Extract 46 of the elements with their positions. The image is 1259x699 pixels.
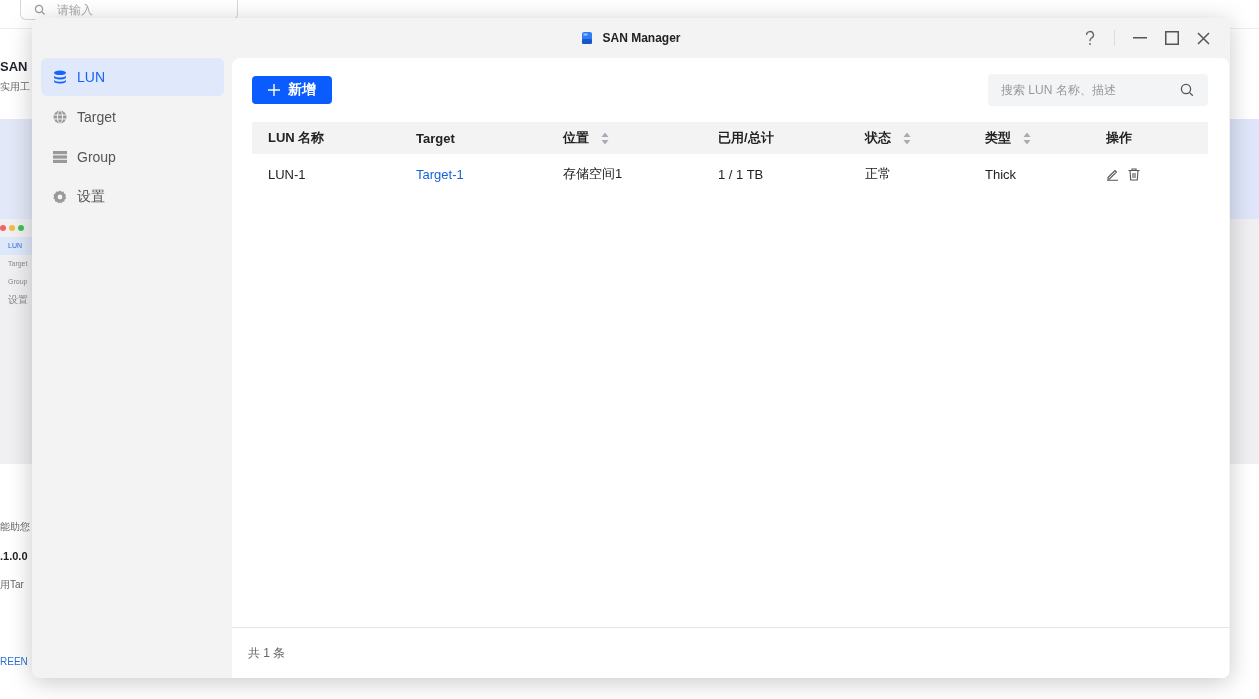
edit-icon[interactable] [1106, 167, 1119, 181]
settings-icon [53, 190, 67, 204]
target-link[interactable]: Target-1 [416, 166, 464, 182]
sidebar-item[interactable]: 设置 [41, 178, 224, 216]
body-text: 能助您 [0, 520, 30, 534]
table-cell: 1 / 1 TB [718, 166, 764, 182]
sidebar-item[interactable]: LUN [41, 58, 224, 96]
app-title: SAN [0, 59, 28, 74]
link[interactable]: REEN [0, 656, 28, 667]
body-text: .1.0.0 [0, 550, 28, 562]
close-icon[interactable] [1197, 31, 1210, 45]
plus-icon [268, 84, 280, 96]
window-dot [0, 225, 6, 231]
maximize-icon[interactable] [1165, 31, 1179, 45]
search-field[interactable]: 请输入 [20, 0, 238, 20]
body-text: 用Tar [0, 578, 24, 592]
search-icon [1180, 83, 1194, 97]
add-button[interactable]: 新增 [252, 76, 332, 104]
column-header: 位置 [563, 129, 589, 147]
help-icon[interactable] [1084, 30, 1096, 46]
table-cell: Thick [985, 166, 1017, 182]
column-header: 已用/总计 [718, 129, 774, 147]
column-header: LUN 名称 [268, 129, 325, 147]
minimize-icon[interactable] [1133, 37, 1147, 39]
sidebar-item[interactable]: Group [41, 138, 224, 176]
delete-icon[interactable] [1128, 167, 1140, 181]
globe-icon [53, 110, 67, 124]
window-dot [9, 225, 15, 231]
sidebar-item[interactable]: Target [41, 98, 224, 136]
table-cell: 存储空间1 [563, 165, 623, 183]
column-header: Target [416, 130, 455, 146]
list-icon [53, 151, 67, 163]
column-header: 操作 [1106, 129, 1132, 147]
search-icon [34, 4, 46, 16]
window-title: SAN Manager [602, 31, 681, 45]
table-cell: LUN-1 [268, 166, 306, 182]
table-cell: 正常 [865, 165, 891, 183]
database-icon [53, 70, 67, 84]
window-dot [18, 225, 24, 231]
search-field[interactable]: 搜索 LUN 名称、描述 [988, 74, 1208, 106]
app-subtitle: 实用工 [0, 80, 30, 94]
column-header: 状态 [865, 129, 891, 147]
app-icon [581, 31, 594, 45]
column-header: 类型 [985, 129, 1011, 147]
mini-sidebar-item: 设置 [7, 293, 29, 307]
total-count: 共 1 条 [248, 644, 286, 662]
